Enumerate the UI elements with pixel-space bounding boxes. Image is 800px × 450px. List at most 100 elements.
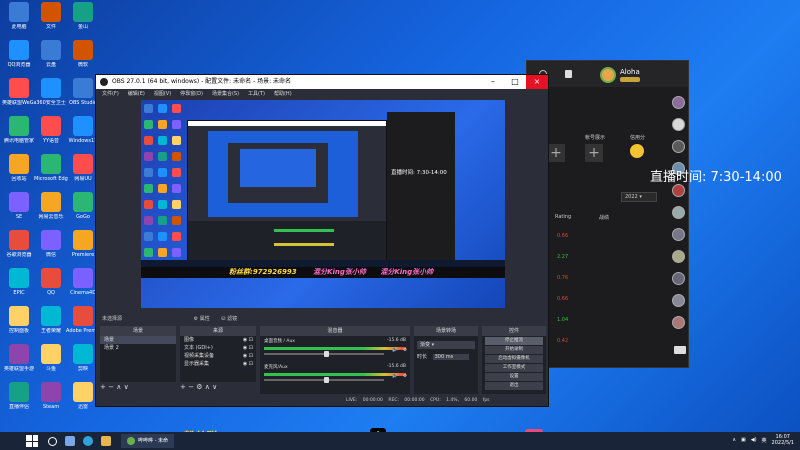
control-button[interactable]: 停止推流 bbox=[485, 337, 543, 345]
duration-input[interactable]: 300 ms bbox=[432, 354, 469, 360]
track-settings-icon[interactable]: ⚙ bbox=[403, 348, 407, 353]
add-button-2[interactable]: + bbox=[585, 144, 603, 162]
friend-avatar[interactable] bbox=[672, 294, 685, 307]
menu-item[interactable]: 场景集合(S) bbox=[212, 89, 239, 99]
desktop-icon[interactable]: SE bbox=[2, 192, 36, 220]
menu-item[interactable]: 视图(V) bbox=[154, 89, 171, 99]
menu-item[interactable]: 文件(F) bbox=[102, 89, 119, 99]
control-button[interactable]: 工作室模式 bbox=[485, 364, 543, 372]
remove-scene-button[interactable]: − bbox=[108, 383, 114, 391]
source-item[interactable]: 文本 (GDI+) ◉ ⊡ bbox=[180, 344, 256, 352]
search-icon[interactable] bbox=[48, 436, 57, 446]
desktop-icon[interactable]: 腾讯电脑管家 bbox=[2, 116, 36, 144]
desktop-icon[interactable]: 谷歌浏览器 bbox=[2, 230, 36, 258]
level-meter bbox=[264, 373, 406, 376]
desktop-icon[interactable]: 控制面板 bbox=[2, 306, 36, 334]
network-icon[interactable]: ▣ bbox=[741, 437, 746, 443]
desktop-icon[interactable]: 微软 bbox=[66, 40, 100, 68]
desktop-icon[interactable]: Steam bbox=[34, 382, 68, 410]
friend-avatar[interactable] bbox=[672, 140, 685, 153]
obs-preview[interactable]: 直播时间: 7:30-14:00 粉丝群:972926993 混分King张小帅… bbox=[141, 100, 505, 308]
friend-avatar[interactable] bbox=[672, 250, 685, 263]
explorer-icon[interactable] bbox=[101, 436, 111, 446]
desktop-icon[interactable]: Microsoft Edge bbox=[34, 154, 68, 182]
edge-icon[interactable] bbox=[83, 436, 93, 446]
desktop-icon[interactable]: 王者荣耀 bbox=[34, 306, 68, 334]
tray-chevron-icon[interactable]: ∧ bbox=[732, 437, 736, 443]
desktop-icon[interactable]: 斗鱼 bbox=[34, 344, 68, 372]
transition-select[interactable]: 渐变 ▾ bbox=[417, 341, 475, 349]
ime-indicator[interactable]: 英 bbox=[762, 437, 767, 444]
start-button[interactable] bbox=[26, 435, 38, 447]
desktop-icon[interactable]: 云盘 bbox=[34, 40, 68, 68]
visibility-icon[interactable]: ◉ ⊡ bbox=[243, 344, 253, 352]
source-label: 文本 (GDI+) bbox=[184, 345, 213, 351]
desktop-icon[interactable]: 微信 bbox=[34, 230, 68, 258]
close-button[interactable]: × bbox=[526, 75, 548, 89]
maximize-button[interactable]: □ bbox=[504, 75, 526, 89]
desktop-icon[interactable]: EPIC bbox=[2, 268, 36, 296]
taskview-icon[interactable] bbox=[65, 436, 75, 446]
source-item[interactable]: 图像 ◉ ⊡ bbox=[180, 336, 256, 344]
friend-avatar[interactable] bbox=[672, 228, 685, 241]
menu-item[interactable]: 帮助(H) bbox=[274, 89, 292, 99]
friend-avatar[interactable] bbox=[672, 316, 685, 329]
minimize-button[interactable]: – bbox=[482, 75, 504, 89]
control-button[interactable]: 退出 bbox=[485, 382, 543, 390]
move-up-button[interactable]: ∧ bbox=[205, 383, 210, 391]
visibility-icon[interactable]: ◉ ⊡ bbox=[243, 336, 253, 344]
add-source-button[interactable]: + bbox=[180, 383, 186, 391]
friend-avatar[interactable] bbox=[672, 184, 685, 197]
track-settings-icon[interactable]: ⚙ bbox=[403, 374, 407, 379]
desktop-icon[interactable]: 360安全卫士 bbox=[34, 78, 68, 106]
scene-item[interactable]: 场景 2 bbox=[100, 344, 176, 352]
desktop-icon[interactable]: 回收站 bbox=[2, 154, 36, 182]
menu-item[interactable]: 编辑(E) bbox=[128, 89, 145, 99]
desktop-icon[interactable]: 网易云音乐 bbox=[34, 192, 68, 220]
menu-item[interactable]: 工具(T) bbox=[248, 89, 265, 99]
volume-slider[interactable] bbox=[264, 377, 384, 383]
year-select[interactable]: 2022 ▾ bbox=[621, 192, 657, 202]
add-button-1[interactable]: + bbox=[547, 144, 565, 162]
friend-avatar[interactable] bbox=[672, 206, 685, 219]
chat-icon[interactable] bbox=[674, 346, 686, 354]
desktop-icon[interactable]: YY语音 bbox=[34, 116, 68, 144]
properties-button[interactable]: ⚙ 属性 bbox=[194, 316, 210, 322]
control-button[interactable]: 启动虚拟摄像机 bbox=[485, 355, 543, 363]
control-button[interactable]: 开始录制 bbox=[485, 346, 543, 354]
friend-avatar[interactable] bbox=[672, 118, 685, 131]
friend-avatar[interactable] bbox=[672, 96, 685, 109]
desktop-icon[interactable]: 英雄联盟手游 bbox=[2, 344, 36, 372]
desktop-icon[interactable]: QQ bbox=[34, 268, 68, 296]
desktop-icon[interactable]: 英雄联盟WeGame版 bbox=[2, 78, 36, 106]
friend-avatar[interactable] bbox=[672, 272, 685, 285]
source-item[interactable]: 视频采集设备 ◉ ⊡ bbox=[180, 352, 256, 360]
clock[interactable]: 16:07 2022/5/1 bbox=[772, 434, 794, 446]
volume-icon[interactable]: ◀) bbox=[751, 437, 757, 443]
active-app-tab[interactable]: 哔哔哗 - 未命 bbox=[121, 434, 174, 448]
scene-item[interactable]: 场景 bbox=[100, 336, 176, 344]
desktop-icon[interactable]: QQ浏览器 bbox=[2, 40, 36, 68]
source-settings-icon[interactable]: ⚙ bbox=[196, 383, 202, 391]
lock-icon[interactable] bbox=[565, 70, 572, 78]
remove-source-button[interactable]: − bbox=[188, 383, 194, 391]
move-up-button[interactable]: ∧ bbox=[116, 383, 121, 391]
preview-icon bbox=[158, 120, 167, 129]
source-item[interactable]: 显示器采集 ◉ ⊡ bbox=[180, 360, 256, 368]
add-scene-button[interactable]: + bbox=[100, 383, 106, 391]
mute-icon[interactable]: 🔊 bbox=[392, 374, 398, 379]
desktop-icon[interactable]: 文件 bbox=[34, 2, 68, 30]
user-avatar[interactable] bbox=[600, 67, 616, 83]
desktop-icon[interactable]: 金山 bbox=[66, 2, 100, 30]
desktop-icon[interactable]: 此电脑 bbox=[2, 2, 36, 30]
volume-slider[interactable] bbox=[264, 351, 384, 357]
filters-button[interactable]: ⛁ 滤镜 bbox=[221, 316, 237, 322]
mute-icon[interactable]: 🔊 bbox=[392, 348, 398, 353]
move-down-button[interactable]: ∨ bbox=[124, 383, 129, 391]
visibility-icon[interactable]: ◉ ⊡ bbox=[243, 360, 253, 368]
menu-item[interactable]: 停靠窗(D) bbox=[180, 89, 203, 99]
visibility-icon[interactable]: ◉ ⊡ bbox=[243, 352, 253, 360]
control-button[interactable]: 设置 bbox=[485, 373, 543, 381]
desktop-icon[interactable]: 直播伴侣 bbox=[2, 382, 36, 410]
move-down-button[interactable]: ∨ bbox=[212, 383, 217, 391]
